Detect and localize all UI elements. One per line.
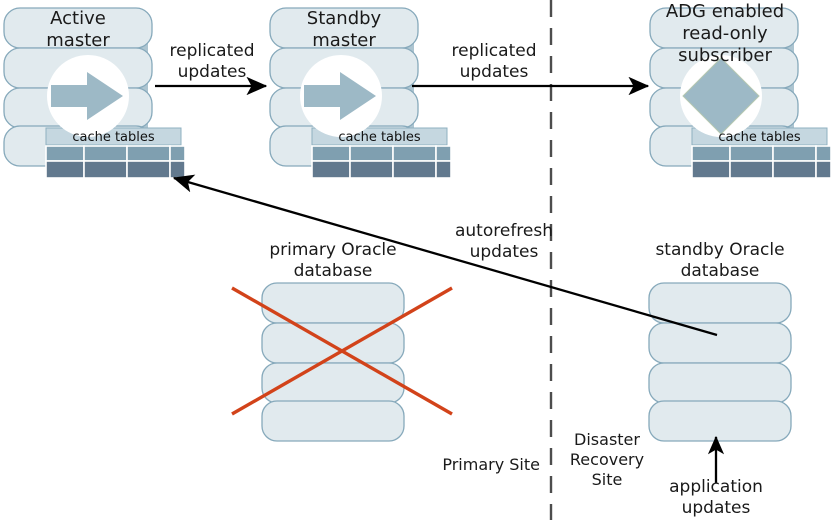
right-arrow-icon-active — [47, 55, 129, 137]
node-label-standby-oracle: standby Oracle database — [655, 240, 785, 281]
cache-tables-label-standby: cache tables — [338, 130, 421, 145]
diamond-icon-subscriber — [680, 55, 762, 137]
node-primary-oracle — [261, 282, 405, 442]
site-label-primary: Primary Site — [442, 455, 540, 474]
cache-tables-label-active: cache tables — [72, 130, 155, 145]
node-label-standby-master: Standby master — [306, 8, 382, 51]
node-label-active-master: Active master — [46, 8, 110, 51]
edge-label-application-updates: application updates — [669, 477, 763, 518]
edge-label-replicated-updates-1: replicated updates — [169, 41, 255, 82]
node-standby-oracle — [648, 282, 792, 442]
node-label-primary-oracle: primary Oracle database — [269, 240, 397, 281]
site-label-disaster-recovery: Disaster Recovery Site — [569, 430, 645, 489]
cache-tables-label-subscriber: cache tables — [718, 130, 801, 145]
node-label-adg-subscriber: ADG enabled read-only subscriber — [665, 1, 785, 66]
architecture-diagram: Active master Standby master ADG enabled… — [0, 0, 832, 520]
edge-label-replicated-updates-2: replicated updates — [451, 41, 537, 82]
right-arrow-icon-standby — [300, 55, 382, 137]
edge-label-autorefresh-updates: autorefresh updates — [454, 221, 554, 262]
